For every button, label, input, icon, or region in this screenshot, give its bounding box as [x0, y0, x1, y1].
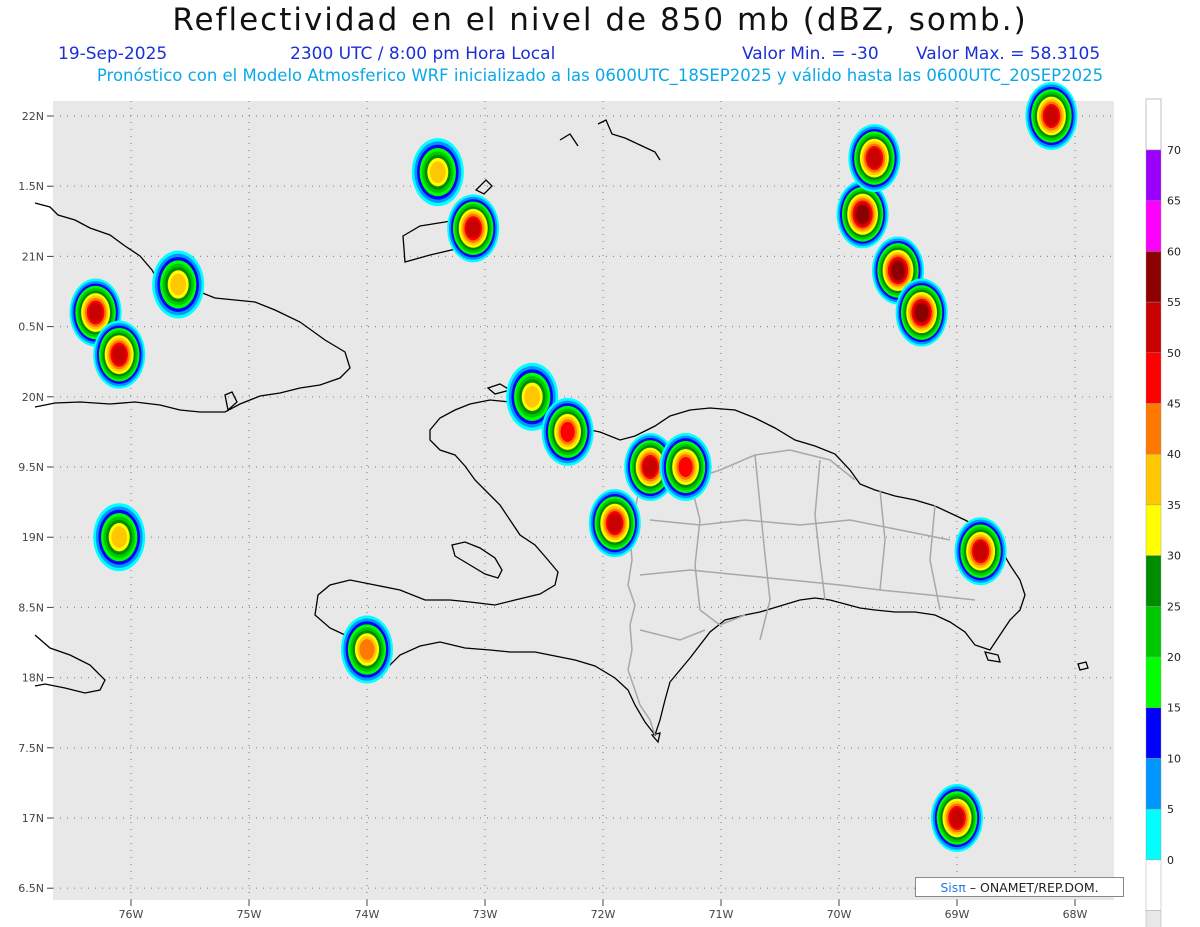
colorbar-label: 10: [1167, 752, 1181, 765]
colorbar-segment: [1145, 149, 1162, 201]
colorbar-segment: [1145, 808, 1162, 860]
credit-text: – ONAMET/REP.DOM.: [965, 880, 1099, 895]
cell-contour: [560, 421, 575, 442]
lon-tick-label: 69W: [945, 908, 970, 921]
cell-contour: [915, 303, 929, 322]
cell-contour: [111, 526, 128, 549]
lat-tick-label: 8.5N: [18, 601, 44, 614]
cell-contour: [891, 261, 905, 280]
lon-tick-label: 70W: [827, 908, 852, 921]
storm-cell: [895, 278, 948, 347]
colorbar-label: 5: [1167, 803, 1174, 816]
lat-tick-label: 18N: [22, 672, 44, 685]
cell-contour: [643, 457, 658, 477]
cell-contour: [607, 513, 622, 533]
colorbar-segment: [1145, 251, 1162, 303]
reflectivity-map: 22N 1.5N 21N 0.5N 20N 9.5N 19N 8.5N 18N 7.5N 17N 6.…: [18, 82, 1181, 927]
colorbar-segment: [1145, 758, 1162, 810]
colorbar-label: 25: [1167, 600, 1181, 613]
cell-contour: [429, 161, 446, 184]
lon-tick-label: 73W: [473, 908, 498, 921]
colorbar-label: 30: [1167, 550, 1181, 563]
lon-tick-label: 71W: [709, 908, 734, 921]
credit-box: Sisπ – ONAMET/REP.DOM.: [915, 877, 1124, 897]
colorbar-segment: [1145, 606, 1162, 658]
lat-tick-label: 6.5N: [18, 882, 44, 895]
storm-cell: [93, 503, 146, 572]
colorbar-label: 65: [1167, 195, 1181, 208]
storm-cell: [931, 784, 983, 852]
lat-tick-label: 22N: [22, 110, 44, 123]
map-plot-area: [53, 101, 1114, 900]
colorbar-segment: [1145, 454, 1162, 506]
colorbar-segment: [1145, 555, 1162, 607]
cell-contour: [950, 808, 964, 828]
lon-tick-label: 74W: [355, 908, 380, 921]
lon-tick-label: 72W: [591, 908, 616, 921]
colorbar-segment: [1145, 656, 1162, 708]
colorbar-label: 35: [1167, 499, 1181, 512]
color-bar: 7065605550454035302520151050: [1145, 98, 1181, 927]
cell-contour: [466, 218, 481, 239]
colorbar-segment: [1145, 707, 1162, 759]
sisp-logo-text: Sisπ: [940, 880, 966, 895]
cell-contour: [1044, 106, 1059, 126]
storm-cell: [848, 124, 901, 193]
storm-cell: [659, 433, 712, 501]
colorbar-segment: [1145, 910, 1162, 927]
storm-cell: [541, 397, 594, 466]
lat-tick-label: 21N: [22, 250, 44, 263]
cell-contour: [112, 344, 127, 365]
storm-cell: [341, 615, 393, 684]
colorbar-label: 70: [1167, 144, 1181, 157]
colorbar-segment: [1145, 301, 1162, 354]
storm-cell: [411, 138, 464, 207]
colorbar-label: 0: [1167, 854, 1174, 867]
cell-contour: [170, 273, 187, 296]
cell-contour: [88, 302, 103, 323]
lat-tick-label: 17N: [22, 812, 44, 825]
cell-contour: [973, 541, 988, 561]
cell-contour: [678, 457, 693, 477]
lat-tick-label: 1.5N: [18, 180, 44, 193]
cell-contour: [524, 385, 541, 408]
colorbar-segment: [1145, 200, 1162, 252]
lat-tick-label: 9.5N: [18, 461, 44, 474]
colorbar-top: [1145, 98, 1162, 151]
lat-tick-label: 7.5N: [18, 742, 44, 755]
lat-tick-label: 0.5N: [18, 321, 44, 334]
storm-cell: [152, 250, 205, 319]
colorbar-label: 50: [1167, 347, 1181, 360]
colorbar-label: 20: [1167, 651, 1181, 664]
lon-tick-label: 75W: [237, 908, 262, 921]
colorbar-label: 60: [1167, 245, 1181, 258]
lat-tick-label: 19N: [22, 531, 44, 544]
storm-cell: [93, 320, 146, 389]
lon-tick-label: 76W: [119, 908, 144, 921]
cell-contour: [359, 639, 375, 660]
colorbar-label: 40: [1167, 448, 1181, 461]
storm-cell: [954, 517, 1007, 586]
colorbar-segment: [1145, 403, 1162, 455]
cell-contour: [856, 204, 870, 224]
colorbar-label: 55: [1167, 296, 1181, 309]
storm-cell: [447, 194, 500, 263]
cell-contour: [867, 148, 882, 168]
lon-tick-label: 68W: [1063, 908, 1088, 921]
colorbar-segment: [1145, 352, 1162, 404]
storm-cell: [588, 489, 641, 558]
colorbar-segment: [1145, 504, 1162, 556]
colorbar-label: 15: [1167, 702, 1181, 715]
colorbar-label: 45: [1167, 398, 1181, 411]
lat-tick-label: 20N: [22, 391, 44, 404]
storm-cell: [1025, 82, 1078, 150]
colorbar-segment: [1145, 859, 1162, 911]
